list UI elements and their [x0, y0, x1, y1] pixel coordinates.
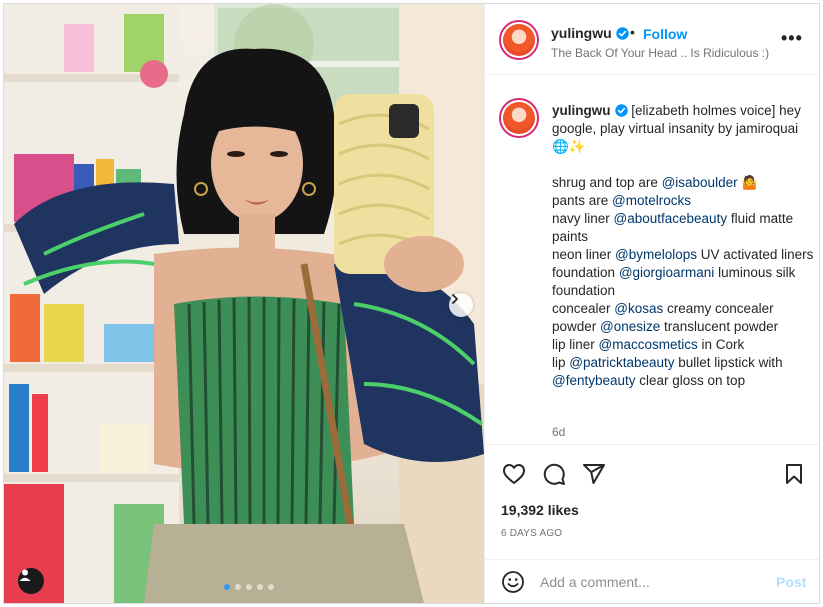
avatar[interactable]: [499, 20, 539, 60]
comment-input[interactable]: [540, 570, 760, 594]
post-comment-button[interactable]: Post: [776, 574, 806, 590]
caption-text: yulingwu [elizabeth holmes voice] hey go…: [552, 102, 814, 390]
share-button[interactable]: [581, 461, 607, 487]
share-icon: [583, 464, 605, 484]
carousel-dot: [246, 584, 252, 590]
next-arrow-icon: [452, 294, 458, 304]
carousel-dot: [268, 584, 274, 590]
caption-area: yulingwu [elizabeth holmes voice] hey go…: [485, 76, 819, 444]
separator-dot: •: [630, 24, 635, 40]
carousel-dot: [224, 584, 230, 590]
post-date: 6 DAYS AGO: [501, 528, 563, 539]
emoji-icon[interactable]: [501, 570, 525, 594]
post-photo[interactable]: [4, 4, 484, 603]
comment-button[interactable]: [541, 461, 567, 487]
bookmark-icon: [786, 464, 802, 484]
comment-bar: Post: [485, 559, 819, 603]
post-details-panel: yulingwu • Follow The Back Of Your Head …: [484, 4, 819, 603]
carousel-dot: [257, 584, 263, 590]
mention-link[interactable]: @maccosmetics: [599, 337, 698, 352]
mention-link[interactable]: @bymelolops: [615, 247, 697, 262]
mention-link[interactable]: @patricktabeauty: [569, 355, 674, 370]
avatar[interactable]: [499, 98, 539, 138]
caption-segment: bullet lipstick with: [678, 355, 783, 370]
mention-link[interactable]: @aboutfacebeauty: [614, 211, 728, 226]
follow-button[interactable]: Follow: [643, 26, 687, 42]
tagged-user-icon: [19, 569, 31, 581]
caption-segment: navy liner: [552, 211, 610, 226]
heart-icon: [503, 464, 525, 484]
caption-segment: clear gloss on top: [635, 373, 746, 388]
verified-badge-icon: [614, 104, 628, 117]
mention-link[interactable]: @kosas: [614, 301, 663, 316]
comment-icon: [543, 463, 565, 485]
caption-body: [elizabeth holmes voice] hey google, pla…: [552, 103, 813, 388]
next-slide-button[interactable]: [449, 293, 473, 317]
verified-badge-icon: [615, 27, 629, 40]
caption-username[interactable]: yulingwu: [552, 103, 628, 118]
carousel-dot: [235, 584, 241, 590]
mention-link[interactable]: @motelrocks: [612, 193, 691, 208]
post-modal: yulingwu • Follow The Back Of Your Head …: [3, 3, 820, 604]
post-age[interactable]: 6d: [552, 425, 565, 439]
mention-link[interactable]: @fentybeauty: [552, 373, 636, 388]
audio-subtitle[interactable]: The Back Of Your Head .. Is Ridiculous :…: [551, 46, 769, 60]
carousel-indicator: [224, 584, 274, 590]
mention-link[interactable]: @onesize: [600, 319, 660, 334]
photo-illustration: [4, 4, 484, 603]
action-bar: 19,392 likes 6 DAYS AGO: [485, 444, 819, 569]
username-link[interactable]: yulingwu: [551, 25, 629, 41]
mention-link[interactable]: @isaboulder: [662, 175, 738, 190]
like-button[interactable]: [501, 461, 527, 487]
mention-link[interactable]: @giorgioarmani: [619, 265, 715, 280]
tagged-users-button[interactable]: [18, 568, 44, 594]
save-button[interactable]: [781, 461, 807, 487]
post-header: yulingwu • Follow The Back Of Your Head …: [485, 4, 819, 75]
likes-count[interactable]: 19,392 likes: [501, 502, 579, 518]
more-options-icon[interactable]: •••: [781, 28, 803, 49]
